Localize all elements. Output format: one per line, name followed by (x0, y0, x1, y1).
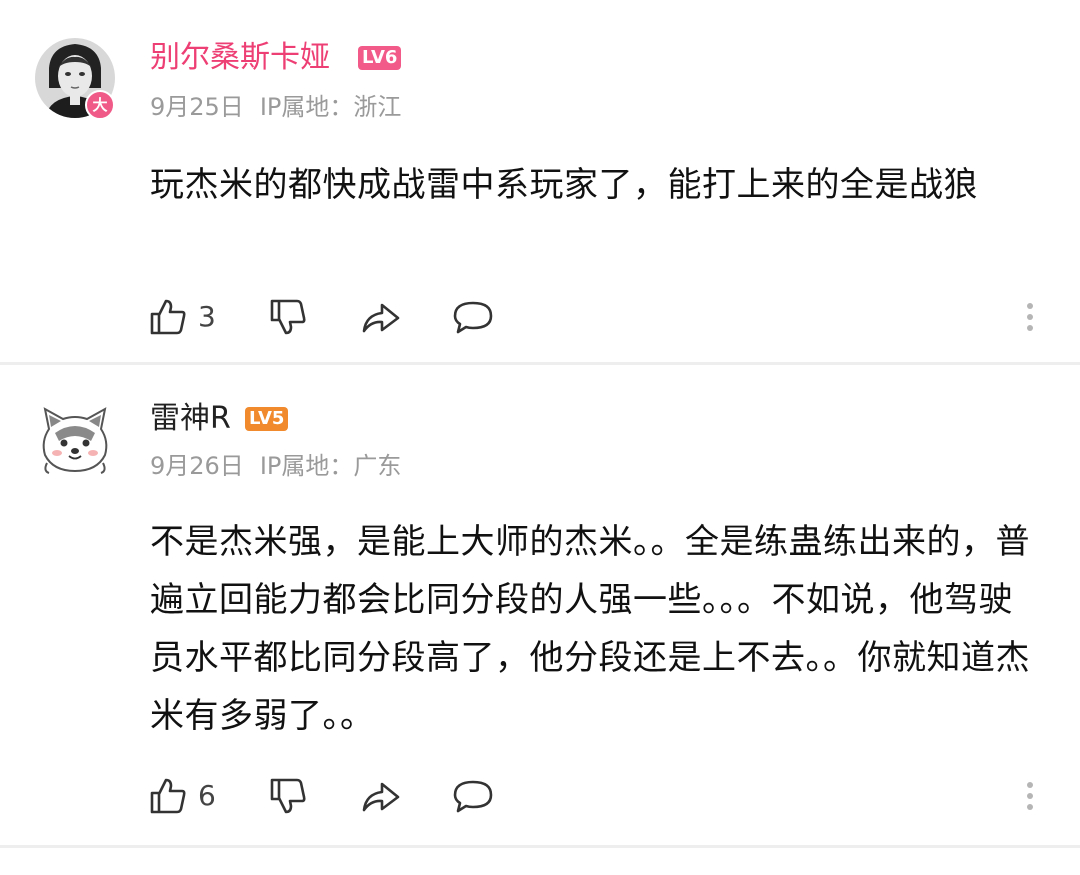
like-button[interactable]: 6 (148, 774, 268, 818)
comment-list: 大 别尔桑斯卡娅 LV6 9月25日 IP属地：浙江 玩杰米的都快成战雷中系玩家了… (0, 0, 1080, 875)
like-count: 6 (198, 779, 216, 812)
more-icon (1027, 303, 1033, 331)
avatar[interactable] (35, 401, 115, 481)
reply-icon (453, 780, 493, 813)
dislike-button[interactable] (268, 774, 360, 818)
level-badge: LV6 (358, 46, 402, 70)
reply-icon (453, 301, 493, 334)
share-button[interactable] (360, 295, 452, 339)
username[interactable]: 雷神R (150, 401, 231, 437)
divider (0, 845, 1080, 848)
like-icon (150, 778, 186, 814)
comment-item: 雷神R LV5 9月26日 IP属地：广东 不是杰米强，是能上大师的杰米。。全是练… (0, 363, 1080, 845)
level-badge: LV5 (245, 407, 289, 431)
more-options-button[interactable] (1018, 295, 1042, 339)
verified-badge-icon: 大 (85, 90, 115, 120)
share-icon (362, 782, 400, 812)
share-button[interactable] (360, 774, 452, 818)
like-icon (150, 299, 186, 335)
comment-text: 玩杰米的都快成战雷中系玩家了，能打上来的全是战狼 (150, 165, 978, 205)
comment-meta: 9月26日 IP属地：广东 (150, 451, 401, 481)
reply-button[interactable] (452, 295, 512, 339)
comment-date: 9月26日 (150, 452, 244, 480)
ip-location: IP属地：广东 (259, 452, 402, 480)
username[interactable]: 别尔桑斯卡娅 (150, 40, 330, 76)
dislike-icon (270, 778, 306, 814)
comment-text: 不是杰米强，是能上大师的杰米。。全是练蛊练出来的，普遍立回能力都会比同分段的人强… (150, 522, 1030, 736)
reply-button[interactable] (452, 774, 512, 818)
comment-actions: 3 (148, 295, 512, 339)
dislike-button[interactable] (268, 295, 360, 339)
share-icon (362, 303, 400, 333)
comment-meta: 9月25日 IP属地：浙江 (150, 92, 401, 122)
comment-date: 9月25日 (150, 93, 244, 121)
comment-item: 大 别尔桑斯卡娅 LV6 9月25日 IP属地：浙江 玩杰米的都快成战雷中系玩家了… (0, 0, 1080, 363)
ip-location: IP属地：浙江 (259, 93, 402, 121)
dislike-icon (270, 299, 306, 335)
comment-actions: 6 (148, 774, 512, 818)
like-count: 3 (198, 300, 216, 333)
more-options-button[interactable] (1018, 774, 1042, 818)
avatar[interactable]: 大 (35, 38, 115, 120)
more-icon (1027, 782, 1033, 810)
like-button[interactable]: 3 (148, 295, 268, 339)
